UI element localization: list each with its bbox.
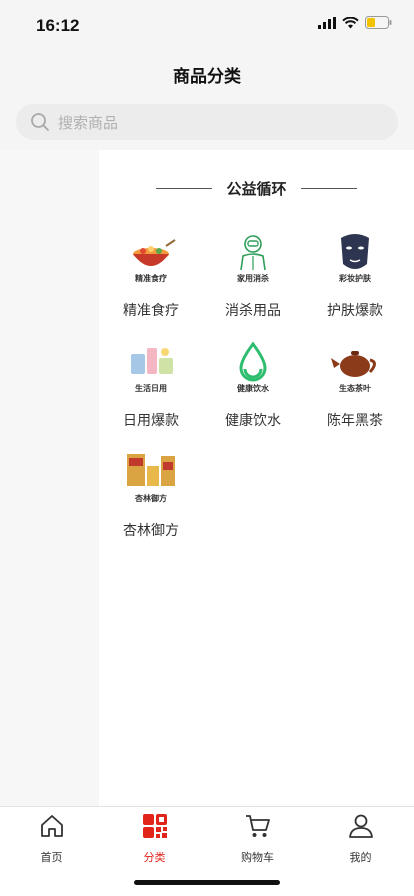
category-item-daily-use[interactable]: 生活日用 日用爆款 [103,338,199,448]
tab-mine[interactable]: 我的 [309,813,412,865]
category-item-food-therapy[interactable]: 精准食疗 精准食疗 [103,228,199,338]
category-label: 护肤爆款 [327,303,383,319]
navigation-bar: 商品分类 [0,50,414,96]
thumbnail-text: 家用消杀 [237,274,269,283]
category-grid-icon [142,814,167,838]
thumbnail-text: 生活日用 [135,384,167,393]
home-indicator [134,880,280,885]
page-title: 商品分类 [173,67,241,87]
home-icon [40,815,63,837]
tab-label: 我的 [349,851,372,864]
cart-icon [245,815,270,837]
tab-category[interactable]: 分类 [103,813,206,865]
divider-line [300,187,357,189]
divider-line [156,187,213,189]
category-item-herbal-remedy[interactable]: 杏林御方 杏林御方 [103,448,199,558]
status-icons [318,16,392,29]
tab-cart[interactable]: 购物车 [206,813,309,865]
hotpot-bowl-icon: 精准食疗 [121,228,181,288]
search-icon [31,113,49,131]
category-label: 杏林御方 [123,523,179,539]
tab-home[interactable]: 首页 [0,813,103,865]
thumbnail-text: 生态茶叶 [339,384,371,393]
category-sidebar [0,150,99,806]
user-icon [348,814,373,838]
teapot-icon: 生态茶叶 [325,338,385,398]
category-label: 精准食疗 [123,303,179,319]
section-title: 公益循环 [226,179,287,198]
cellular-signal-icon [318,16,336,29]
medicine-box-icon: 杏林御方 [121,448,181,508]
tab-label: 首页 [40,851,63,864]
status-bar: 16:12 [0,0,414,50]
search-input[interactable]: 搜索商品 [16,104,398,140]
thumbnail-text: 彩妆护肤 [339,274,371,283]
category-item-healthy-water[interactable]: 健康饮水 健康饮水 [205,338,301,448]
category-content: 公益循环 精准食疗 精准食疗 家用消杀 消杀用品 彩妆护肤 护肤爆款 生活日用 … [99,150,414,806]
water-drop-icon: 健康饮水 [223,338,283,398]
thumbnail-text: 精准食疗 [135,274,167,283]
category-label: 健康饮水 [225,413,281,429]
hazmat-person-icon: 家用消杀 [223,228,283,288]
tab-label: 分类 [143,851,166,864]
category-label: 消杀用品 [225,303,281,319]
category-item-skincare[interactable]: 彩妆护肤 护肤爆款 [307,228,403,338]
wifi-icon [342,16,359,28]
household-items-icon: 生活日用 [121,338,181,398]
category-label: 陈年黑茶 [327,413,383,429]
category-item-disinfection[interactable]: 家用消杀 消杀用品 [205,228,301,338]
tab-label: 购物车 [241,851,274,864]
search-placeholder: 搜索商品 [58,113,119,132]
status-time: 16:12 [36,16,80,35]
face-mask-icon: 彩妆护肤 [325,228,385,288]
category-item-dark-tea[interactable]: 生态茶叶 陈年黑茶 [307,338,403,448]
thumbnail-text: 健康饮水 [237,384,269,393]
thumbnail-text: 杏林御方 [135,494,167,503]
category-label: 日用爆款 [123,413,179,429]
section-header: 公益循环 [99,178,414,198]
search-bar-container: 搜索商品 [0,96,414,150]
battery-icon [365,16,392,29]
